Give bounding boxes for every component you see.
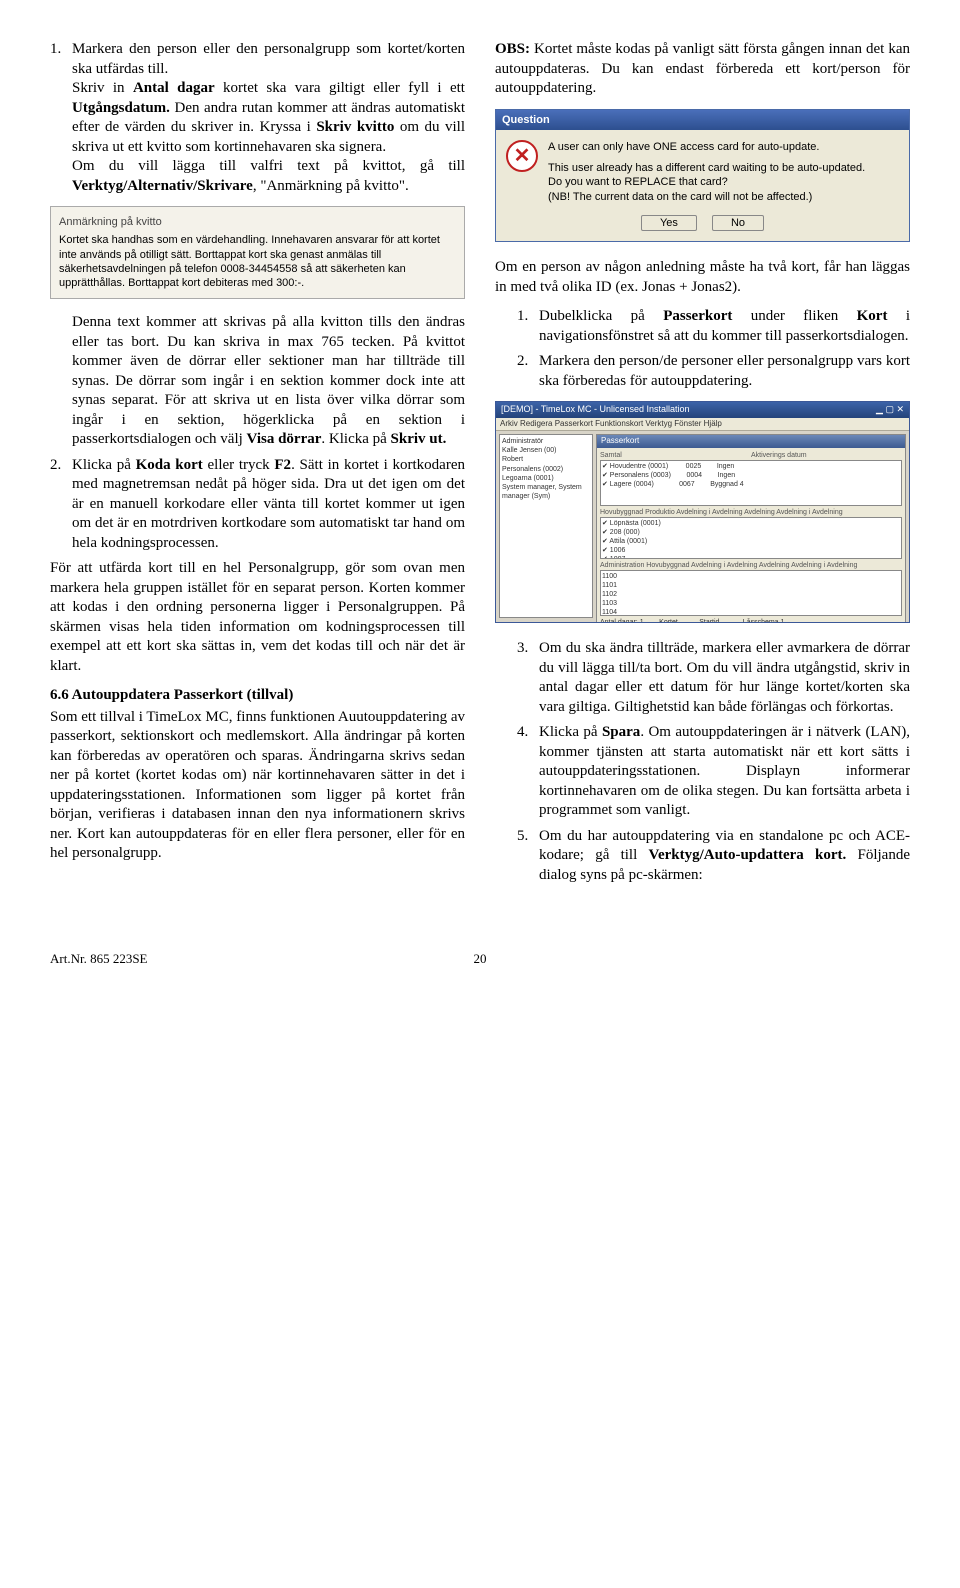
right-column: OBS: Kortet måste kodas på vanligt sätt … xyxy=(495,40,910,891)
bottom-fields: Antal dagar: 1 Kortet Startid Låsschema … xyxy=(600,618,902,623)
obs-label: OBS: xyxy=(495,41,530,57)
numbered-item-1-right: 1. Dubelklicka på Passerkort under flike… xyxy=(495,307,910,346)
msg-line: (NB! The current data on the card will n… xyxy=(548,190,899,205)
article-number: Art.Nr. 865 223SE xyxy=(50,951,148,968)
listbox-2: ✔ Löpnästa (0001) ✔ 208 (000) ✔ Attila (… xyxy=(600,517,902,559)
col-label: Samtal xyxy=(600,451,751,460)
panel-header: Passerkort xyxy=(597,435,905,447)
no-button[interactable]: No xyxy=(712,215,764,231)
list-number: 1. xyxy=(50,40,72,196)
list-text: Markera den person eller den personalgru… xyxy=(72,40,465,196)
app-titlebar: [DEMO] - TimeLox MC - Unlicensed Install… xyxy=(496,402,909,418)
indented-paragraph: Denna text kommer att skrivas på alla kv… xyxy=(50,313,465,450)
page-number: 20 xyxy=(474,951,487,968)
msg-line: This user already has a different card w… xyxy=(548,161,899,176)
window-controls-icon: ▁ ▢ ✕ xyxy=(876,404,904,416)
dialog-titlebar: Question xyxy=(496,110,909,130)
list-text: Markera den person/de personer eller per… xyxy=(539,352,910,391)
numbered-item-3-right: 3. Om du ska ändra tillträde, markera el… xyxy=(495,639,910,717)
tabs-1: Hovubyggnad Produktio Avdelning i Avdeln… xyxy=(600,508,902,517)
list-text: Om du ska ändra tillträde, markera eller… xyxy=(539,639,910,717)
text: Markera den person eller den personalgru… xyxy=(72,41,465,77)
heading-6-6: 6.6 Autouppdatera Passerkort (tillval) xyxy=(50,686,465,706)
text: . Klicka på xyxy=(321,431,390,447)
dialog-buttons: Yes No xyxy=(496,215,909,241)
msg-line: Do you want to REPLACE that card? xyxy=(548,175,899,190)
app-right-panel: Passerkort Samtal Aktiverings datum ✔ Ho… xyxy=(596,434,906,618)
col-label: Aktiverings datum xyxy=(751,451,902,460)
list-number: 3. xyxy=(517,639,539,717)
text: Om du vill lägga till valfri text på kvi… xyxy=(72,158,465,174)
bold-text: Antal dagar xyxy=(133,80,215,96)
app-content: Administratör Kalle Jensen (00) Robert P… xyxy=(496,431,909,621)
app-panel-passerkort: Passerkort Samtal Aktiverings datum ✔ Ho… xyxy=(596,434,906,623)
remark-title: Anmärkning på kvitto xyxy=(59,215,456,229)
app-menubar: Arkiv Redigera Passerkort Funktionskort … xyxy=(496,418,909,431)
list-text: Om du har autouppdatering via en standal… xyxy=(539,827,910,886)
bold-text: Verktyg/Auto-updattera kort. xyxy=(649,847,847,863)
list-number: 5. xyxy=(517,827,539,886)
list-text: Klicka på Koda kort eller tryck F2. Sätt… xyxy=(72,456,465,554)
bold-text: Passerkort xyxy=(663,308,732,324)
numbered-item-1: 1. Markera den person eller den personal… xyxy=(50,40,465,196)
text: , "Anmärkning på kvitto". xyxy=(253,178,409,194)
numbered-item-5-right: 5. Om du har autouppdatering via en stan… xyxy=(495,827,910,886)
numbered-item-2: 2. Klicka på Koda kort eller tryck F2. S… xyxy=(50,456,465,554)
list-text: Dubelklicka på Passerkort under fliken K… xyxy=(539,307,910,346)
obs-paragraph: OBS: Kortet måste kodas på vanligt sätt … xyxy=(495,40,910,99)
paragraph-autoupdate: Som ett tillval i TimeLox MC, finns funk… xyxy=(50,708,465,864)
list-text: Klicka på Spara. Om autouppdateringen är… xyxy=(539,723,910,821)
bold-text: Utgångsdatum. xyxy=(72,100,170,116)
text: Skriv in xyxy=(72,80,133,96)
bold-text: Spara xyxy=(602,724,640,740)
list-number: 1. xyxy=(517,307,539,346)
listbox-3: 1100 1101 1102 1103 1104 1105 1106 1108 xyxy=(600,570,902,616)
msg-line: A user can only have ONE access card for… xyxy=(548,140,899,155)
bold-text: Kort xyxy=(857,308,888,324)
dialog-body: ✕ A user can only have ONE access card f… xyxy=(496,130,909,215)
text: Klicka på xyxy=(539,724,602,740)
numbered-item-4-right: 4. Klicka på Spara. Om autouppdateringen… xyxy=(495,723,910,821)
bold-text: Visa dörrar xyxy=(247,431,322,447)
text: eller tryck xyxy=(203,457,275,473)
text: Denna text kommer att skrivas på alla kv… xyxy=(72,314,465,447)
text: kortet ska vara giltigt eller fyll i ett xyxy=(215,80,465,96)
numbered-item-2-right: 2. Markera den person/de personer eller … xyxy=(495,352,910,391)
paragraph-two-cards: Om en person av någon anledning måste ha… xyxy=(495,258,910,297)
list-number: 4. xyxy=(517,723,539,821)
bold-text: Skriv ut. xyxy=(391,431,447,447)
text: Dubelklicka på xyxy=(539,308,663,324)
paragraph-group-cards: För att utfärda kort till en hel Persona… xyxy=(50,559,465,676)
list-number: 2. xyxy=(50,456,72,554)
listbox-1: ✔ Hovudentre (0001) 0025 Ingen ✔ Persona… xyxy=(600,460,902,506)
left-column: 1. Markera den person eller den personal… xyxy=(50,40,465,891)
timelox-app-screenshot: [DEMO] - TimeLox MC - Unlicensed Install… xyxy=(495,401,910,623)
dialog-message: A user can only have ONE access card for… xyxy=(548,140,899,205)
bold-text: Verktyg/Alternativ/Skrivare xyxy=(72,178,253,194)
text: Klicka på xyxy=(72,457,136,473)
bold-text: F2 xyxy=(274,457,291,473)
list-number: 2. xyxy=(517,352,539,391)
tabs-2: Administration Hovubyggnad Avdelning i A… xyxy=(600,561,902,570)
bold-text: Skriv kvitto xyxy=(316,119,394,135)
remark-body: Kortet ska handhas som en värdehandling.… xyxy=(59,233,456,290)
app-title-text: [DEMO] - TimeLox MC - Unlicensed Install… xyxy=(501,404,690,416)
obs-text: Kortet måste kodas på vanligt sätt först… xyxy=(495,41,910,96)
page-footer: Art.Nr. 865 223SE 20 xyxy=(50,951,910,968)
error-icon: ✕ xyxy=(506,140,538,172)
question-dialog-screenshot: Question ✕ A user can only have ONE acce… xyxy=(495,109,910,243)
text: under fliken xyxy=(732,308,856,324)
bold-text: Koda kort xyxy=(136,457,203,473)
columns-row: Samtal Aktiverings datum xyxy=(600,451,902,460)
yes-button[interactable]: Yes xyxy=(641,215,697,231)
two-column-layout: 1. Markera den person eller den personal… xyxy=(50,40,910,891)
app-tree: Administratör Kalle Jensen (00) Robert P… xyxy=(499,434,593,618)
remark-screenshot: Anmärkning på kvitto Kortet ska handhas … xyxy=(50,206,465,299)
